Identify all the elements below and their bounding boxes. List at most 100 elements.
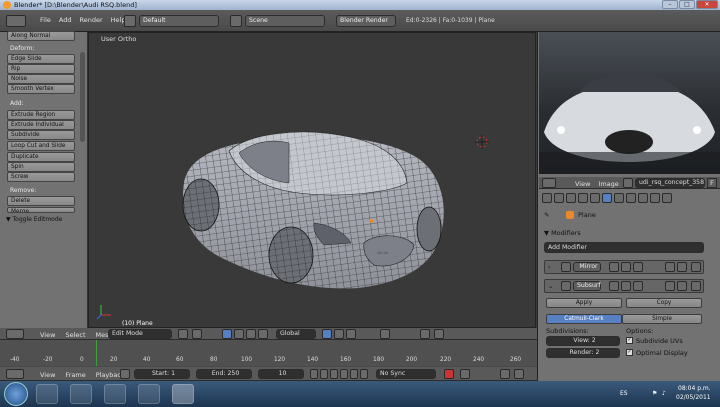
jump-end-icon[interactable]: [360, 369, 368, 379]
along-normal-button[interactable]: Along Normal: [7, 31, 75, 41]
scene-tab-icon[interactable]: [554, 193, 564, 203]
prev-keyframe-icon[interactable]: [320, 369, 328, 379]
mode-select[interactable]: Edit Mode: [108, 329, 172, 339]
rotate-icon[interactable]: [246, 329, 256, 339]
menu-view[interactable]: View: [40, 371, 55, 379]
delete-keyframe-icon[interactable]: [514, 369, 524, 379]
world-tab-icon[interactable]: [566, 193, 576, 203]
face-select-icon[interactable]: [346, 329, 356, 339]
blender-taskbar-icon[interactable]: [172, 384, 194, 404]
image-browse-icon[interactable]: [623, 178, 633, 188]
modifiers-panel-header[interactable]: ▼ Modifiers: [544, 229, 581, 237]
file-explorer-icon[interactable]: [70, 384, 92, 404]
optimal-display-checkbox[interactable]: ✓: [626, 349, 633, 356]
expand-mirror-icon[interactable]: ›: [548, 263, 551, 271]
maximize-button[interactable]: □: [679, 0, 695, 9]
copy-button[interactable]: Copy: [626, 298, 702, 308]
menu-file[interactable]: File: [40, 16, 51, 24]
menu-select[interactable]: Select: [65, 331, 85, 339]
sync-select[interactable]: No Sync: [376, 369, 436, 379]
subsurf-remove-icon[interactable]: [691, 281, 701, 291]
start-frame-field[interactable]: Start: 1: [134, 369, 190, 379]
extrude-individual-button[interactable]: Extrude Individual: [7, 120, 75, 130]
simple-option[interactable]: Simple: [622, 314, 702, 324]
play-icon[interactable]: [340, 369, 348, 379]
internet-explorer-icon[interactable]: [36, 384, 58, 404]
shading-icon[interactable]: [178, 329, 188, 339]
view-subdivisions-field[interactable]: View: 2: [546, 336, 620, 346]
preview-range-icon[interactable]: [120, 369, 130, 379]
menu-view[interactable]: View: [575, 180, 590, 188]
menu-view[interactable]: View: [40, 331, 55, 339]
subsurf-editmode-toggle-icon[interactable]: [633, 281, 643, 291]
3d-viewport[interactable]: User Ortho ∞∞ (10) Plane: [88, 32, 536, 328]
fake-user-toggle[interactable]: F: [707, 178, 717, 188]
jump-start-icon[interactable]: [310, 369, 318, 379]
duplicate-button[interactable]: Duplicate: [7, 152, 75, 162]
smooth-vertex-button[interactable]: Smooth Vertex: [7, 84, 75, 94]
edge-slide-button[interactable]: Edge Slide: [7, 54, 75, 64]
screen-layout-icon[interactable]: [124, 15, 136, 27]
language-indicator[interactable]: ES: [620, 390, 628, 397]
screen-layout-field[interactable]: Default: [139, 15, 219, 27]
subsurf-render-toggle-icon[interactable]: [609, 281, 619, 291]
material-tab-icon[interactable]: [626, 193, 636, 203]
expand-subsurf-icon[interactable]: ⌄: [548, 282, 553, 290]
clock-date[interactable]: 02/05/2011: [676, 394, 711, 401]
subsurf-name-field[interactable]: Subsurf: [573, 281, 601, 291]
minimize-button[interactable]: –: [662, 0, 678, 9]
pin-icon[interactable]: ✎: [544, 211, 549, 219]
menu-image[interactable]: Image: [598, 180, 618, 188]
particles-tab-icon[interactable]: [650, 193, 660, 203]
menu-render[interactable]: Render: [79, 16, 102, 24]
mirror-remove-icon[interactable]: [691, 262, 701, 272]
scale-icon[interactable]: [258, 329, 268, 339]
current-frame-field[interactable]: 10: [258, 369, 304, 379]
image-name-field[interactable]: udi_rsq_concept_3586: [635, 178, 705, 188]
tool-shelf-scrollbar[interactable]: [80, 52, 85, 142]
menu-frame[interactable]: Frame: [65, 371, 85, 379]
clock-time[interactable]: 08:04 p.m.: [678, 385, 711, 392]
editor-type-timeline-icon[interactable]: [6, 369, 24, 379]
constraints-tab-icon[interactable]: [590, 193, 600, 203]
subsurf-move-up-icon[interactable]: [665, 281, 675, 291]
mirror-editmode-toggle-icon[interactable]: [633, 262, 643, 272]
media-player-icon[interactable]: [104, 384, 126, 404]
record-icon[interactable]: [444, 369, 454, 379]
menu-add[interactable]: Add: [59, 16, 72, 24]
editor-type-info-icon[interactable]: [6, 15, 26, 27]
vertex-select-icon[interactable]: [322, 329, 332, 339]
toggle-editmode-panel[interactable]: ▼ Toggle Editmode: [6, 216, 62, 223]
vlc-icon[interactable]: [138, 384, 160, 404]
data-tab-icon[interactable]: [614, 193, 624, 203]
proportional-edit-icon[interactable]: [380, 329, 390, 339]
car-mesh-wireframe[interactable]: ∞∞: [89, 33, 535, 327]
editor-type-3d-icon[interactable]: [6, 329, 24, 339]
transform-orientation-select[interactable]: Global: [276, 329, 316, 339]
mirror-viewport-toggle-icon[interactable]: [621, 262, 631, 272]
catmull-clark-option[interactable]: Catmull-Clark: [546, 314, 622, 324]
add-modifier-button[interactable]: Add Modifier: [544, 242, 704, 253]
manipulator-icon[interactable]: [222, 329, 232, 339]
timeline[interactable]: -40 -20 0 20 40 60 80 100 120 140 160 18…: [0, 340, 537, 381]
rip-button[interactable]: Rip: [7, 64, 75, 74]
noise-button[interactable]: Noise: [7, 74, 75, 84]
edge-select-icon[interactable]: [334, 329, 344, 339]
physics-tab-icon[interactable]: [662, 193, 672, 203]
editor-type-image-icon[interactable]: [542, 178, 556, 188]
subsurf-move-down-icon[interactable]: [677, 281, 687, 291]
merge-button[interactable]: Merge: [7, 207, 75, 213]
screw-button[interactable]: Screw: [7, 172, 75, 182]
play-reverse-icon[interactable]: [330, 369, 338, 379]
subdivide-button[interactable]: Subdivide: [7, 130, 75, 140]
delete-button[interactable]: Delete: [7, 196, 75, 206]
extrude-region-button[interactable]: Extrude Region: [7, 110, 75, 120]
mirror-render-toggle-icon[interactable]: [609, 262, 619, 272]
subsurf-viewport-toggle-icon[interactable]: [621, 281, 631, 291]
flag-icon[interactable]: ⚑: [652, 390, 657, 397]
next-keyframe-icon[interactable]: [350, 369, 358, 379]
render-subdivisions-field[interactable]: Render: 2: [546, 348, 620, 358]
insert-keyframe-icon[interactable]: [500, 369, 510, 379]
snap-icon[interactable]: [420, 329, 430, 339]
snap-element-icon[interactable]: [434, 329, 444, 339]
